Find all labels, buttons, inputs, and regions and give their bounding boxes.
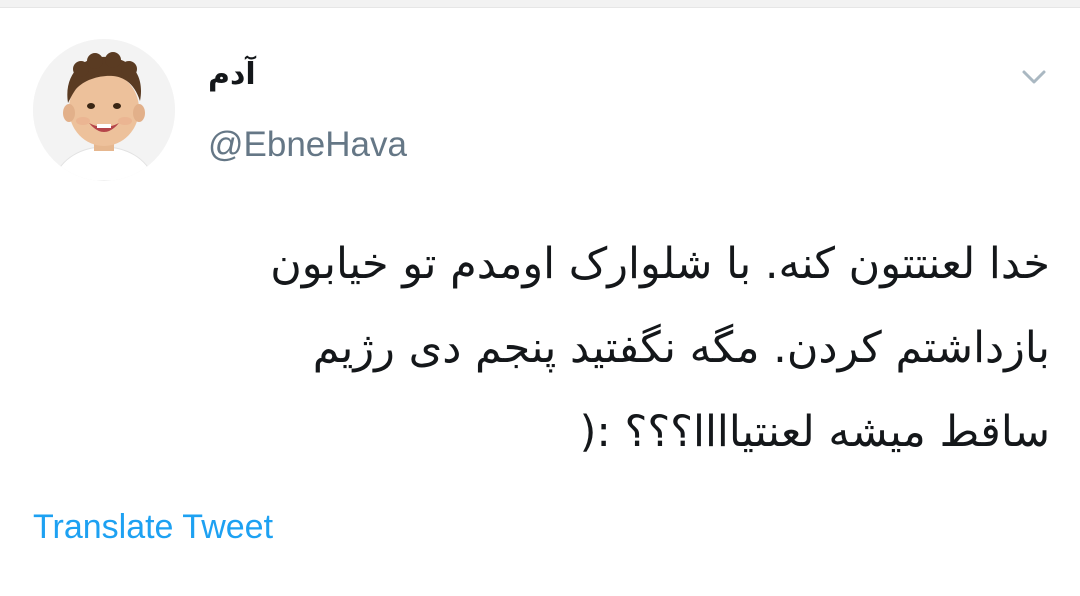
display-name[interactable]: آدم [208,58,256,92]
avatar-photo [33,39,175,181]
tweet-text: خدا لعنتتون کنه. با شلوارک اومدم تو خیاب… [60,222,1050,474]
tweet-text-line: بازداشتم کردن. مگه نگفتید پنجم دی رژیم [312,323,1050,373]
chevron-down-icon[interactable] [1016,62,1052,92]
tweet-text-line: ساقط میشه لعنتیاااا؟؟؟ :( [579,407,1050,457]
translate-tweet-link[interactable]: Translate Tweet [33,506,273,548]
top-divider [0,0,1080,8]
user-handle[interactable]: @EbneHava [208,123,407,167]
tweet-text-line: خدا لعنتتون کنه. با شلوارک اومدم تو خیاب… [270,239,1050,289]
avatar[interactable] [33,39,175,181]
